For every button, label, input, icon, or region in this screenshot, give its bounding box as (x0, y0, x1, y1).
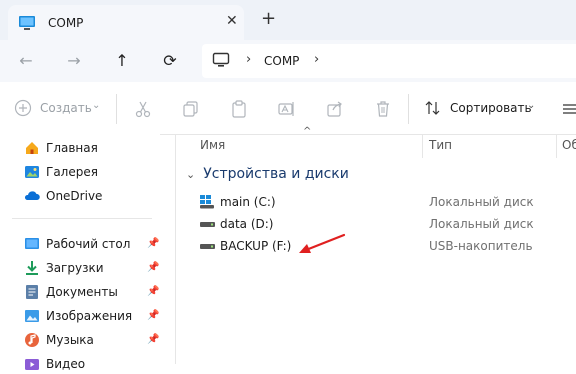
drive-name: data (D:) (220, 217, 274, 231)
command-bar: Создать ⌄ Сортировать ⌄ (0, 82, 576, 135)
sort-ascending-icon: ^ (303, 126, 312, 137)
videos-folder-icon (25, 359, 39, 370)
sort-label: Сортировать (450, 101, 532, 115)
tab-comp[interactable]: COMP ✕ (8, 5, 244, 40)
gallery-icon (25, 166, 39, 178)
sidebar-item-label: Галерея (46, 165, 98, 179)
drive-type: Локальный диск (429, 217, 534, 231)
sidebar-item-label: Видео (46, 357, 86, 371)
column-header-size[interactable]: Об (562, 138, 576, 162)
column-header-type[interactable]: Тип (429, 138, 452, 162)
refresh-button[interactable]: ⟳ (158, 49, 182, 73)
drive-icon (200, 222, 215, 227)
pane-splitter[interactable] (175, 134, 176, 364)
table-row[interactable]: data (D:) Локальный диск (196, 213, 576, 235)
toolbar-divider (116, 94, 117, 124)
downloads-folder-icon (26, 261, 38, 275)
rename-icon[interactable] (278, 99, 296, 119)
drive-type: Локальный диск (429, 195, 534, 209)
breadcrumb-comp[interactable]: COMP (264, 54, 299, 68)
tab-title: COMP (48, 16, 84, 30)
group-title: Устройства и диски (203, 166, 349, 182)
drive-name: BACKUP (F:) (220, 239, 292, 253)
sidebar-item-label: Главная (46, 141, 98, 155)
back-button[interactable]: ← (14, 49, 38, 73)
breadcrumb-chevron-icon[interactable]: › (314, 52, 319, 67)
navigation-pane: Главная Галерея OneDrive Рабочий стол 📌 … (0, 134, 160, 371)
desktop-folder-icon (25, 238, 39, 249)
plus-circle-icon (14, 99, 32, 117)
delete-icon[interactable] (374, 99, 392, 119)
drive-name: main (C:) (220, 195, 276, 209)
chevron-down-icon: ⌄ (527, 100, 536, 111)
view-menu-icon[interactable] (562, 99, 576, 119)
onedrive-icon (24, 191, 40, 200)
music-folder-icon (25, 333, 39, 347)
pin-icon[interactable]: 📌 (147, 334, 159, 345)
address-bar[interactable]: › COMP › (202, 44, 576, 78)
share-icon[interactable] (326, 99, 344, 119)
navigation-bar: ← → ↑ ⟳ › COMP › (0, 40, 576, 82)
copy-icon[interactable] (182, 99, 200, 119)
computer-icon (212, 52, 230, 67)
column-header-name[interactable]: Имя (200, 138, 225, 162)
cut-icon[interactable] (134, 99, 152, 119)
sidebar-item-label: Рабочий стол (46, 237, 131, 251)
windows-drive-icon (200, 195, 214, 209)
pin-icon[interactable]: 📌 (147, 262, 159, 273)
create-label: Создать (40, 101, 92, 115)
sidebar-item-label: Документы (46, 285, 118, 299)
up-button[interactable]: ↑ (110, 49, 134, 73)
pin-icon[interactable]: 📌 (147, 238, 159, 249)
sidebar-divider (12, 218, 152, 219)
sidebar-item-label: Изображения (46, 309, 133, 323)
paste-icon[interactable] (230, 99, 248, 119)
sidebar-item-label: OneDrive (46, 189, 103, 203)
chevron-down-icon: ⌄ (92, 100, 101, 111)
pictures-folder-icon (25, 310, 39, 322)
drive-type: USB-накопитель (429, 239, 533, 253)
annotation-arrow-icon (299, 233, 346, 253)
column-divider[interactable] (556, 134, 557, 158)
toolbar-divider (408, 94, 409, 124)
documents-folder-icon (26, 285, 38, 299)
home-icon (26, 142, 38, 154)
sidebar-item-label: Музыка (46, 333, 94, 347)
forward-button[interactable]: → (62, 49, 86, 73)
pin-icon[interactable]: 📌 (147, 286, 159, 297)
usb-drive-icon (200, 244, 215, 249)
tab-bar: COMP ✕ + (0, 0, 576, 40)
pin-icon[interactable]: 📌 (147, 310, 159, 321)
breadcrumb-chevron-icon[interactable]: › (246, 52, 251, 67)
chevron-down-icon: ⌄ (186, 168, 196, 181)
new-tab-button[interactable]: + (261, 8, 276, 29)
close-tab-button[interactable]: ✕ (226, 13, 238, 29)
sidebar-item-label: Загрузки (46, 261, 104, 275)
table-row[interactable]: BACKUP (F:) USB-накопитель (196, 235, 576, 257)
computer-icon (19, 16, 35, 30)
group-header-devices[interactable]: ⌄ Устройства и диски (186, 166, 349, 182)
sort-icon (425, 101, 440, 115)
table-row[interactable]: main (C:) Локальный диск (196, 191, 576, 213)
column-divider[interactable] (422, 134, 423, 158)
